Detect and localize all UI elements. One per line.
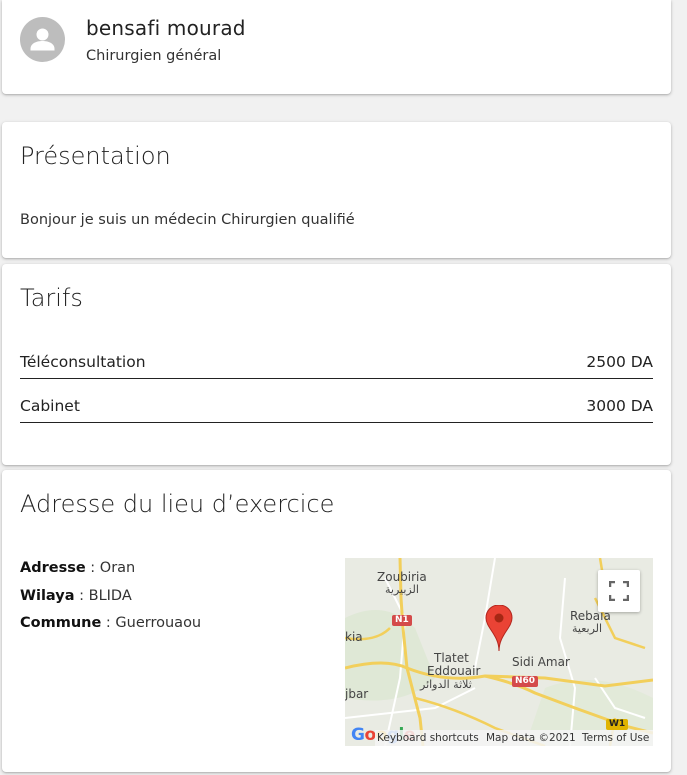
presentation-card: Présentation Bonjour je suis un médecin … [2,122,671,258]
separator: : [85,560,100,576]
doctor-name: bensafi mourad [86,16,246,40]
map-attribution-bar: Keyboard shortcuts Map data ©2021 Terms … [375,730,653,746]
adresse-label: Adresse [20,560,86,576]
tarifs-card: Tarifs Téléconsultation 2500 DA Cabinet … [2,264,671,465]
doctor-specialty: Chirurgien général [86,48,222,64]
commune-label: Commune [20,615,102,631]
fullscreen-button[interactable] [598,570,640,612]
map-label-jbar: jbar [345,687,369,701]
wilaya-label: Wilaya [20,588,75,604]
fullscreen-icon [609,581,629,601]
tarif-row-teleconsultation: Téléconsultation 2500 DA [20,349,653,379]
map-label-kia: kia [345,630,363,644]
location-map[interactable]: Zoubiria الزبيرية Rebaia الربعية Tlatet … [345,558,653,746]
map-label-zoubiria: Zoubiria [377,570,427,584]
tarif-price: 3000 DA [586,397,653,415]
tarif-price: 2500 DA [586,353,653,371]
tarifs-title: Tarifs [20,284,83,312]
map-label-rebaia-ar: الربعية [572,622,603,635]
wilaya-value: BLIDA [88,588,132,604]
commune-line: Commune : Guerrouaou [20,615,201,631]
road-shield-n60: N60 [512,676,539,687]
adresse-line: Adresse : Oran [20,560,135,576]
map-label-tlatet-ar: ثلاثة الدوائر [420,678,472,691]
tarif-row-cabinet: Cabinet 3000 DA [20,393,653,423]
adresse-title: Adresse du lieu d’exercice [20,490,335,518]
map-data-text: Map data ©2021 [486,732,576,744]
adresse-card: Adresse du lieu d’exercice Adresse : Ora… [2,470,671,772]
road-shield-n1: N1 [392,615,412,626]
commune-value: Guerrouaou [115,615,202,631]
map-label-eddouair: Eddouair [427,664,481,678]
person-icon [20,17,65,62]
keyboard-shortcuts-link[interactable]: Keyboard shortcuts [377,732,479,744]
map-pin-icon[interactable] [485,605,513,651]
wilaya-line: Wilaya : BLIDA [20,588,132,604]
tarif-label: Téléconsultation [20,353,146,371]
map-label-sidi-amar: Sidi Amar [512,655,570,669]
map-footer: Google Keyboard shortcuts Map data ©2021… [345,725,653,746]
profile-card: bensafi mourad Chirurgien général [2,0,671,94]
adresse-value: Oran [99,560,136,576]
presentation-title: Présentation [20,142,171,170]
separator: : [74,588,89,604]
tarif-label: Cabinet [20,397,80,415]
separator: : [101,615,116,631]
presentation-text: Bonjour je suis un médecin Chirurgien qu… [20,212,355,228]
map-label-zoubiria-ar: الزبيرية [385,583,419,596]
terms-of-use-link[interactable]: Terms of Use [582,732,649,744]
map-label-tlatet: Tlatet [434,651,469,665]
